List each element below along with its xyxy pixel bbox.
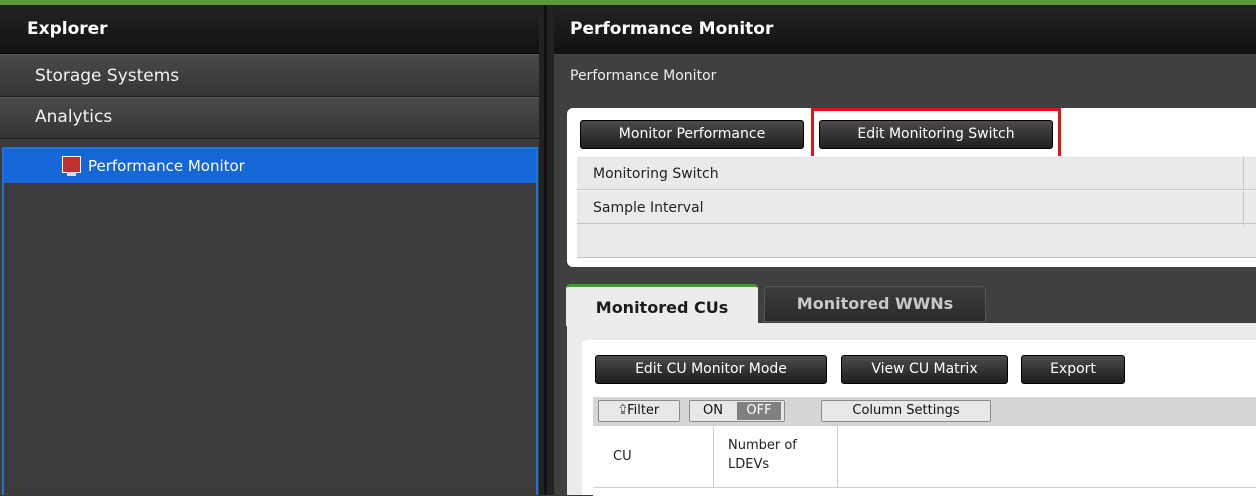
monitor-performance-button[interactable]: Monitor Performance	[580, 120, 804, 149]
column-header-cu[interactable]: CU	[593, 426, 714, 488]
filter-button[interactable]: ⮸Filter	[598, 400, 680, 422]
filter-off-option[interactable]: OFF	[737, 402, 781, 420]
page-title: Performance Monitor	[554, 5, 1256, 54]
view-cu-matrix-button[interactable]: View CU Matrix	[841, 355, 1008, 384]
tab-monitored-cus[interactable]: Monitored CUs	[566, 284, 758, 326]
highlight-box	[811, 108, 1061, 160]
property-sample-interval: Sample Interval	[577, 190, 1256, 225]
column-header-number-of-ldevs[interactable]: Number of LDEVs	[714, 426, 838, 488]
analytics-tree: Performance Monitor	[2, 147, 538, 495]
explorer-item-analytics[interactable]: Analytics	[0, 97, 539, 139]
cu-list-panel: Edit CU Monitor Mode View CU Matrix Expo…	[582, 340, 1256, 496]
properties-table: Monitoring Switch Sample Interval	[577, 156, 1256, 258]
main-pane: Performance Monitor Performance Monitor …	[554, 5, 1256, 496]
breadcrumb: Performance Monitor	[570, 68, 717, 84]
filter-toggle[interactable]: ON OFF	[689, 400, 785, 422]
export-button[interactable]: Export	[1021, 355, 1125, 384]
property-empty-row	[577, 224, 1256, 258]
tree-item-performance-monitor[interactable]: Performance Monitor	[4, 149, 536, 183]
tree-item-label: Performance Monitor	[88, 157, 245, 175]
summary-panel: Monitor Performance Edit Monitoring Swit…	[567, 108, 1256, 267]
column-settings-button[interactable]: Column Settings	[821, 400, 991, 422]
explorer-pane: Explorer Storage Systems Analytics Perfo…	[0, 5, 539, 495]
cu-table: CU Number of LDEVs	[593, 425, 1256, 496]
tab-content: Edit CU Monitor Mode View CU Matrix Expo…	[567, 323, 1256, 496]
property-monitoring-switch: Monitoring Switch	[577, 156, 1256, 191]
edit-cu-monitor-mode-button[interactable]: Edit CU Monitor Mode	[595, 355, 827, 384]
filter-bar: ⮸Filter ON OFF Column Settings	[593, 397, 1256, 425]
explorer-item-storage-systems[interactable]: Storage Systems	[0, 54, 539, 97]
tab-monitored-wwns[interactable]: Monitored WWNs	[764, 286, 986, 322]
column-header-empty	[838, 426, 1256, 488]
explorer-title: Explorer	[0, 5, 539, 54]
filter-on-option[interactable]: ON	[690, 401, 736, 421]
performance-monitor-icon	[62, 156, 81, 176]
pane-splitter[interactable]	[539, 5, 554, 495]
